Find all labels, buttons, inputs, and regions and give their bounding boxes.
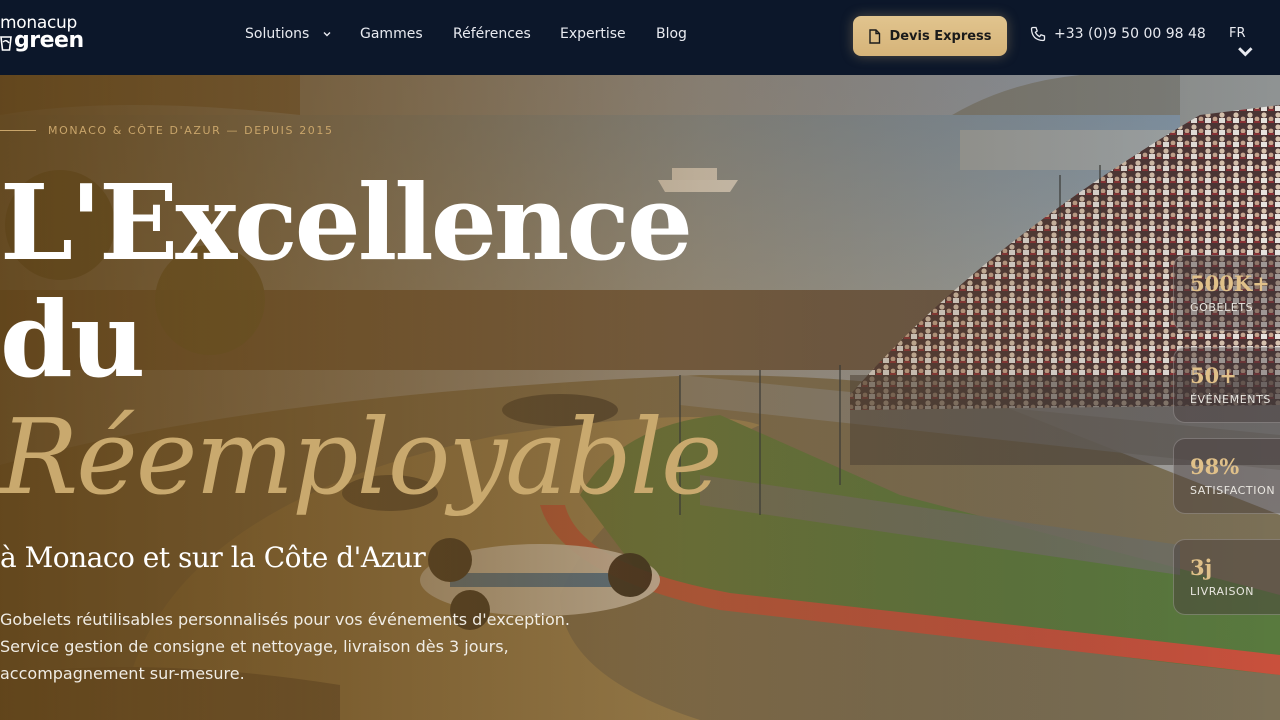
- nav-item-expertise[interactable]: Expertise: [560, 26, 626, 42]
- hero-subtitle: à Monaco et sur la Côte d'Azur: [0, 541, 426, 574]
- hero-title-line-1: L'Excellence: [0, 161, 693, 284]
- cup-icon: [0, 36, 12, 51]
- nav-item-blog[interactable]: Blog: [656, 26, 687, 42]
- stat-label: LIVRAISON: [1190, 584, 1255, 598]
- logo-text-bottom: green: [14, 28, 84, 53]
- monacup-green-logo[interactable]: monacup green: [0, 13, 84, 53]
- stat-card-gobelets: 500K+ GOBELETS: [1173, 255, 1280, 331]
- stat-value: 98%: [1190, 453, 1240, 479]
- hero-overline: MONACO & CÔTE D'AZUR — DEPUIS 2015: [0, 124, 334, 137]
- devis-express-button[interactable]: Devis Express: [853, 16, 1007, 56]
- stat-value: 500K+: [1190, 270, 1270, 296]
- top-navbar: monacup green Solutions Gammes Référence…: [0, 0, 1280, 75]
- overline-text: MONACO & CÔTE D'AZUR — DEPUIS 2015: [48, 124, 334, 137]
- stat-card-satisfaction: 98% SATISFACTION: [1173, 438, 1280, 514]
- hero-section: MONACO & CÔTE D'AZUR — DEPUIS 2015 L'Exc…: [0, 75, 1280, 720]
- hero-title-line-3: Réemployable: [0, 396, 723, 518]
- nav-item-label: Solutions: [245, 26, 310, 42]
- stat-label: SATISFACTION: [1190, 483, 1276, 497]
- chevron-down-icon: [323, 32, 331, 37]
- stat-value: 3j: [1190, 554, 1213, 580]
- language-label: FR: [1229, 26, 1246, 41]
- hero-description: Gobelets réutilisables personnalisés pou…: [0, 610, 570, 683]
- nav-item-gammes[interactable]: Gammes: [360, 26, 423, 42]
- stat-card-livraison: 3j LIVRAISON: [1173, 539, 1280, 615]
- nav-item-references[interactable]: Références: [453, 26, 531, 42]
- overline-rule: [0, 130, 36, 131]
- language-selector[interactable]: FR: [1229, 26, 1256, 66]
- phone-number: +33 (0)9 50 00 98 48: [1054, 26, 1206, 42]
- phone-icon: [1030, 26, 1046, 42]
- stat-value: 50+: [1190, 362, 1237, 388]
- chevron-down-icon: [1238, 47, 1253, 57]
- nav-item-solutions[interactable]: Solutions: [245, 26, 332, 42]
- phone-link[interactable]: +33 (0)9 50 00 98 48: [1030, 26, 1206, 42]
- document-icon: [869, 28, 881, 44]
- stat-card-evenements: 50+ ÉVÉNEMENTS: [1173, 347, 1280, 423]
- hero-title-line-2: du: [0, 278, 145, 401]
- stat-label: GOBELETS: [1190, 300, 1254, 314]
- devis-express-label: Devis Express: [889, 28, 992, 44]
- stat-label: ÉVÉNEMENTS: [1190, 392, 1271, 406]
